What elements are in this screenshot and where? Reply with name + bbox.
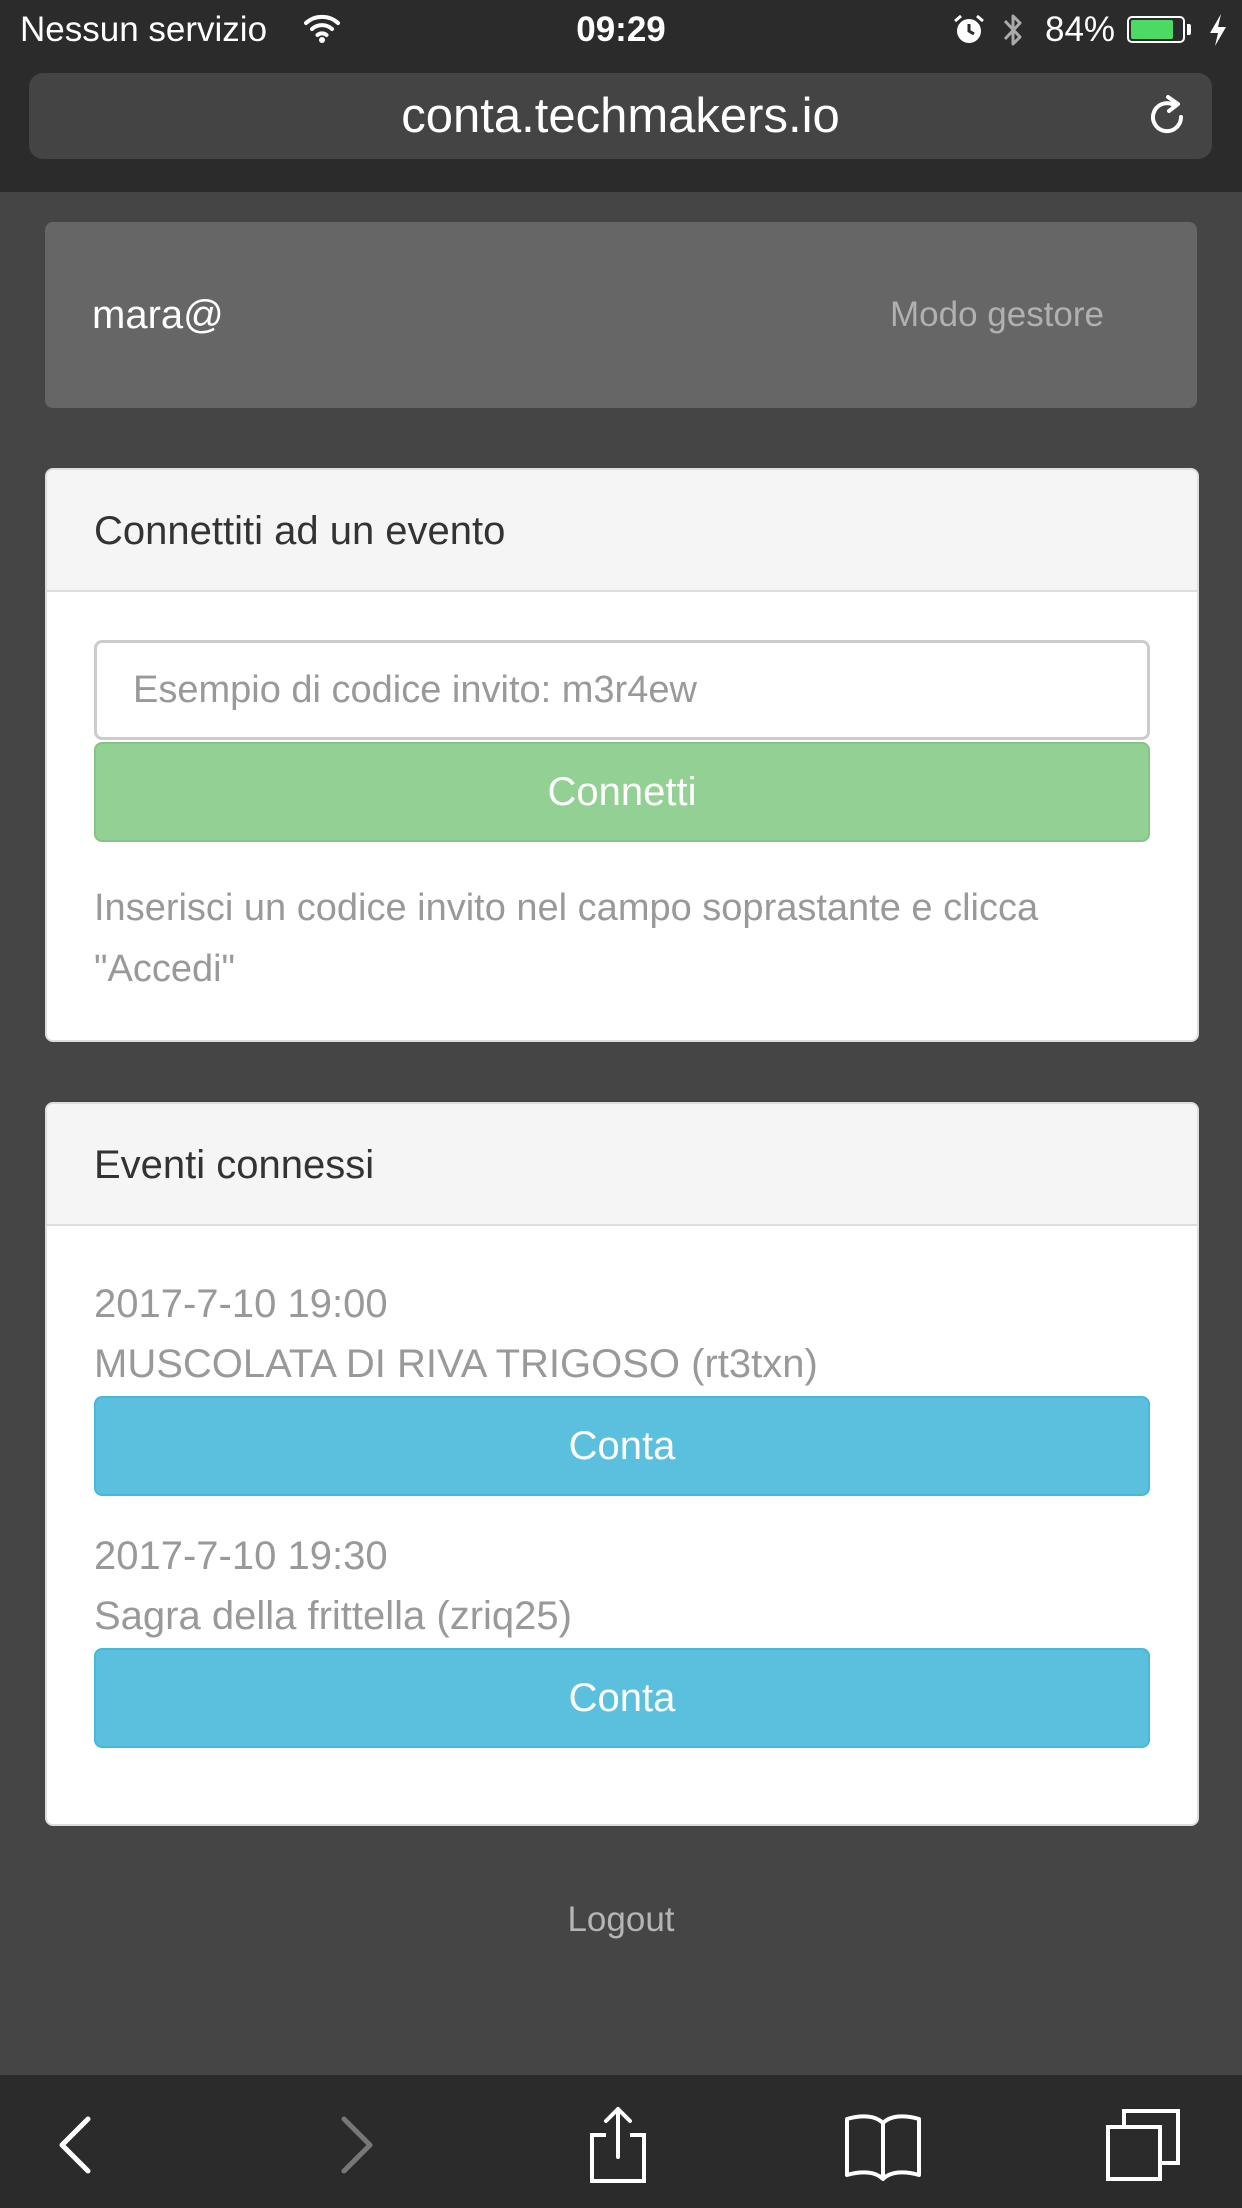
back-icon[interactable]	[38, 2105, 118, 2185]
invite-code-input[interactable]	[94, 640, 1150, 740]
event-datetime: 2017-7-10 19:00	[94, 1282, 388, 1326]
reload-icon[interactable]	[1144, 94, 1190, 140]
status-bar: Nessun servizio 09:29 84%	[0, 0, 1242, 62]
event-name: MUSCOLATA DI RIVA TRIGOSO (rt3txn)	[94, 1342, 818, 1386]
panel-heading: Connettiti ad un evento	[47, 470, 1197, 592]
help-text: Inserisci un codice invito nel campo sop…	[94, 887, 1039, 990]
battery-tip	[1187, 24, 1191, 35]
top-navbar: mara@ Modo gestore	[45, 222, 1197, 408]
address-bar[interactable]: conta.techmakers.io	[29, 73, 1212, 159]
connected-events-panel: Eventi connessi 2017-7-10 19:00 MUSCOLAT…	[45, 1102, 1199, 1826]
event-datetime: 2017-7-10 19:30	[94, 1534, 388, 1578]
connect-event-panel: Connettiti ad un evento Connetti Inseris…	[45, 468, 1199, 1042]
event-name: Sagra della frittella (zriq25)	[94, 1594, 572, 1638]
url-text[interactable]: conta.techmakers.io	[29, 73, 1212, 159]
bluetooth-icon	[1003, 14, 1022, 46]
event-item: 2017-7-10 19:00 MUSCOLATA DI RIVA TRIGOS…	[94, 1274, 1150, 1496]
conta-button[interactable]: Conta	[94, 1396, 1150, 1496]
panel-title: Eventi connessi	[94, 1143, 375, 1187]
battery-icon	[1127, 16, 1185, 43]
charging-bolt-icon	[1210, 14, 1226, 46]
event-item: 2017-7-10 19:30 Sagra della frittella (z…	[94, 1526, 1150, 1748]
user-email[interactable]: mara@	[92, 222, 272, 408]
battery-percent: 84%	[1045, 10, 1116, 49]
browser-chrome: Nessun servizio 09:29 84% conta.techmake…	[0, 0, 1242, 192]
bookmarks-icon[interactable]	[843, 2105, 923, 2185]
conta-button[interactable]: Conta	[94, 1648, 1150, 1748]
connect-button[interactable]: Connetti	[94, 742, 1150, 842]
browser-toolbar	[0, 2075, 1242, 2208]
logout-link[interactable]: Logout	[0, 1900, 1242, 1940]
forward-icon[interactable]	[314, 2105, 394, 2185]
alarm-icon	[954, 14, 984, 43]
panel-title: Connettiti ad un evento	[94, 509, 506, 553]
tabs-icon[interactable]	[1104, 2105, 1184, 2185]
manager-mode-link[interactable]: Modo gestore	[890, 222, 1104, 408]
share-icon[interactable]	[578, 2105, 658, 2185]
panel-heading: Eventi connessi	[47, 1104, 1197, 1226]
